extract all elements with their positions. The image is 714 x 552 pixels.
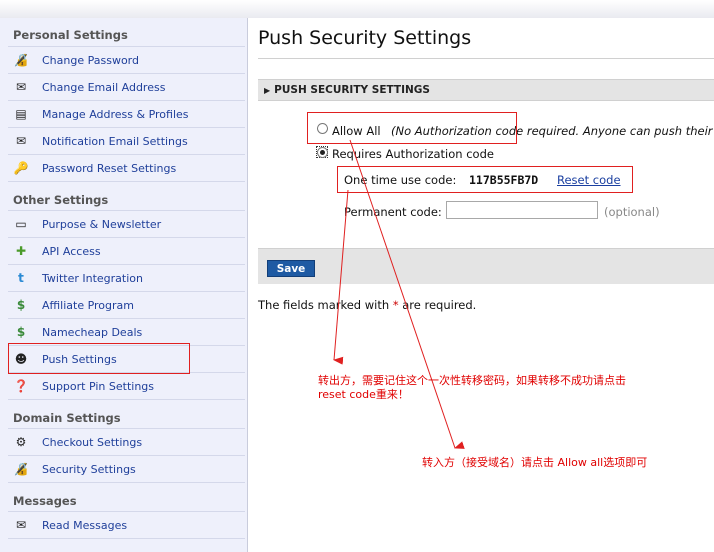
section-header: ▶ PUSH SECURITY SETTINGS — [258, 79, 714, 101]
sidebar-item-api-access[interactable]: ✚ API Access — [8, 238, 245, 265]
section-title-domain: Domain Settings — [13, 411, 121, 425]
sidebar-item-checkout[interactable]: ⚙ Checkout Settings — [8, 429, 245, 456]
sidebar-item-twitter[interactable]: t Twitter Integration — [8, 265, 245, 292]
sidebar-item-affiliate[interactable]: $ Affiliate Program — [8, 292, 245, 319]
dollar-icon: $ — [16, 325, 26, 339]
gear-icon: ⚙ — [15, 435, 27, 449]
sidebar-item-label: Twitter Integration — [42, 271, 143, 285]
requires-code-label: Requires Authorization code — [332, 147, 494, 161]
annotation-box-push-settings — [8, 343, 190, 374]
sidebar-item-label: Checkout Settings — [42, 435, 143, 449]
sidebar-item-change-email[interactable]: ✉ Change Email Address — [8, 74, 245, 101]
triangle-right-icon: ▶ — [264, 85, 271, 95]
annotation-note-receiver: 转入方（接受域名）请点击 Allow all选项即可 — [422, 456, 648, 469]
envelope-icon: ✉ — [15, 134, 27, 148]
annotation-box-allow-all — [307, 112, 517, 144]
sidebar-item-label: Password Reset Settings — [42, 161, 177, 175]
sidebar-item-notification-email[interactable]: ✉ Notification Email Settings — [8, 128, 245, 155]
sidebar-item-support-pin[interactable]: ❓ Support Pin Settings — [8, 373, 245, 400]
sidebar-item-label: Read Messages — [42, 518, 128, 532]
sidebar-item-label: Notification Email Settings — [42, 134, 188, 148]
section-title-other: Other Settings — [13, 193, 109, 207]
envelope-icon: ✉ — [15, 80, 27, 94]
sidebar-item-label: Affiliate Program — [42, 298, 135, 312]
envelope-icon: ✉ — [15, 518, 27, 532]
sidebar-item-label: Purpose & Newsletter — [42, 217, 162, 231]
sidebar-item-label: Change Email Address — [42, 80, 166, 94]
sidebar-item-label: Manage Address & Profiles — [42, 107, 189, 121]
twitter-icon: t — [18, 271, 24, 285]
section-header-label: PUSH SECURITY SETTINGS — [274, 84, 430, 96]
required-fields-note: The fields marked with * are required. — [258, 298, 476, 312]
section-title-personal: Personal Settings — [13, 28, 128, 42]
requires-code-radio[interactable] — [316, 146, 328, 158]
page-title: Push Security Settings — [258, 27, 472, 49]
sidebar: Personal Settings 🔏 Change Password ✉ Chan… — [0, 18, 248, 552]
help-icon: ❓ — [13, 379, 29, 393]
puzzle-icon: ✚ — [15, 244, 27, 258]
sidebar-item-label: Namecheap Deals — [42, 325, 143, 339]
permanent-code-label: Permanent code: — [344, 205, 442, 219]
window-icon: ▭ — [15, 217, 27, 231]
lock-icon: 🔏 — [13, 53, 29, 67]
sidebar-item-password-reset[interactable]: 🔑 Password Reset Settings — [8, 155, 245, 182]
sidebar-item-manage-address[interactable]: ▤ Manage Address & Profiles — [8, 101, 245, 128]
main-panel: Push Security Settings ▶ PUSH SECURITY S… — [248, 18, 714, 552]
sidebar-item-deals[interactable]: $ Namecheap Deals — [8, 319, 245, 346]
save-button[interactable]: Save — [267, 260, 315, 277]
section-title-messages: Messages — [13, 494, 77, 508]
sidebar-item-label: Security Settings — [42, 462, 136, 476]
optional-hint: (optional) — [604, 205, 660, 219]
required-note-text: are required. — [398, 298, 477, 312]
sidebar-item-label: Support Pin Settings — [42, 379, 155, 393]
sidebar-item-label: Change Password — [42, 53, 139, 67]
sidebar-item-purpose[interactable]: ▭ Purpose & Newsletter — [8, 211, 245, 238]
permanent-code-input[interactable] — [446, 201, 598, 219]
annotation-note-sender-line2: reset code重来！ — [318, 388, 409, 401]
required-note-text: The fields marked with — [258, 298, 393, 312]
top-strip — [0, 0, 714, 18]
address-card-icon: ▤ — [15, 107, 27, 121]
sidebar-item-change-password[interactable]: 🔏 Change Password — [8, 47, 245, 74]
key-icon: 🔑 — [13, 161, 29, 175]
sidebar-item-security[interactable]: 🔏 Security Settings — [8, 456, 245, 483]
divider — [258, 58, 714, 59]
dollar-icon: $ — [16, 298, 26, 312]
sidebar-item-label: API Access — [42, 244, 101, 258]
lock-icon: 🔏 — [13, 462, 29, 476]
sidebar-item-read-messages[interactable]: ✉ Read Messages — [8, 512, 245, 539]
save-bar: Save — [258, 248, 714, 284]
annotation-box-one-time-code — [337, 166, 633, 193]
